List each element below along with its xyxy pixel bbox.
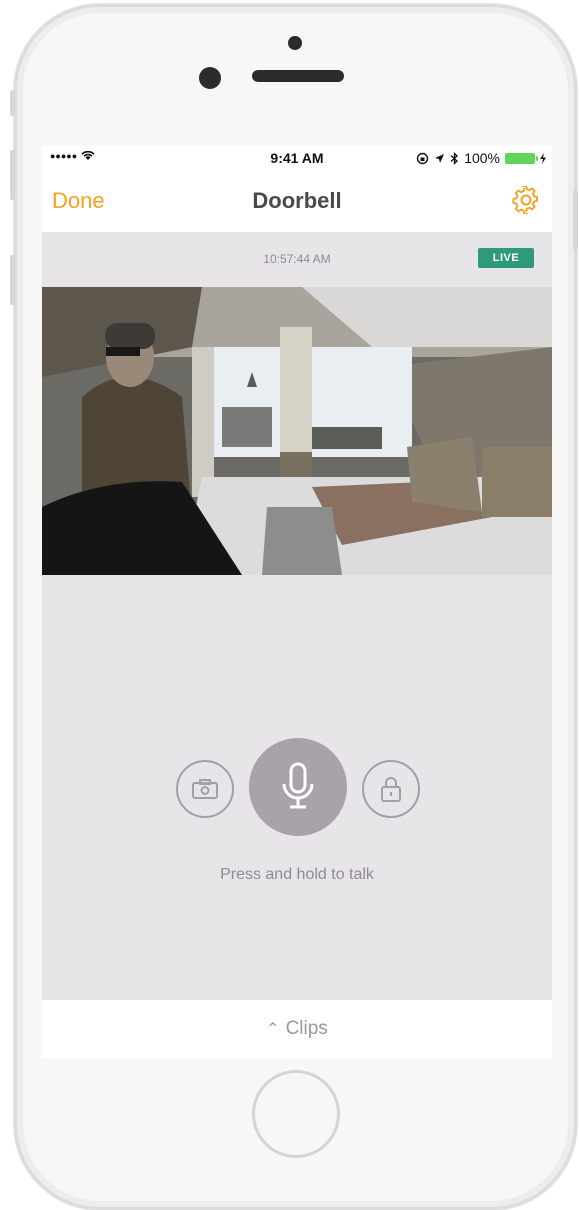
chevron-up-icon: ⌃ [266,1021,280,1038]
call-controls [42,736,552,846]
location-icon [435,153,445,163]
clips-drawer-toggle[interactable]: ⌃ Clips [42,1000,552,1058]
navigation-bar: Done Doorbell [42,170,552,232]
app-screen: ●●●●● 9:41 AM 100% Done Doorbell 10:57:4… [42,146,552,1058]
video-timestamp: 10:57:44 AM [263,252,331,266]
talk-hint-text: Press and hold to talk [220,866,374,883]
mute-switch [10,90,15,116]
home-button[interactable] [252,1070,340,1158]
lock-icon [381,777,401,802]
volume-down-button [10,255,15,305]
earpiece-speaker [252,70,344,82]
volume-up-button [10,150,15,200]
power-button [573,190,578,250]
battery-percent: 100% [464,150,500,166]
snapshot-button[interactable] [176,760,234,818]
live-badge: LIVE [478,248,534,268]
clips-label: Clips [285,1018,328,1039]
camera-icon [192,779,218,799]
status-right: 100% [416,150,546,166]
doorbell-camera-feed[interactable] [42,287,552,575]
proximity-sensor [288,36,302,50]
front-camera [199,67,221,89]
gear-icon[interactable] [512,186,540,214]
unlock-button[interactable] [362,760,420,818]
status-bar: ●●●●● 9:41 AM 100% [42,146,552,170]
battery-icon [505,152,538,164]
talk-button[interactable] [249,738,347,836]
charging-icon [540,152,546,164]
orientation-lock-icon [416,152,429,164]
bluetooth-icon [450,151,459,165]
page-title: Doorbell [252,188,342,213]
microphone-icon [282,762,314,809]
video-header: 10:57:44 AM LIVE [42,232,552,287]
